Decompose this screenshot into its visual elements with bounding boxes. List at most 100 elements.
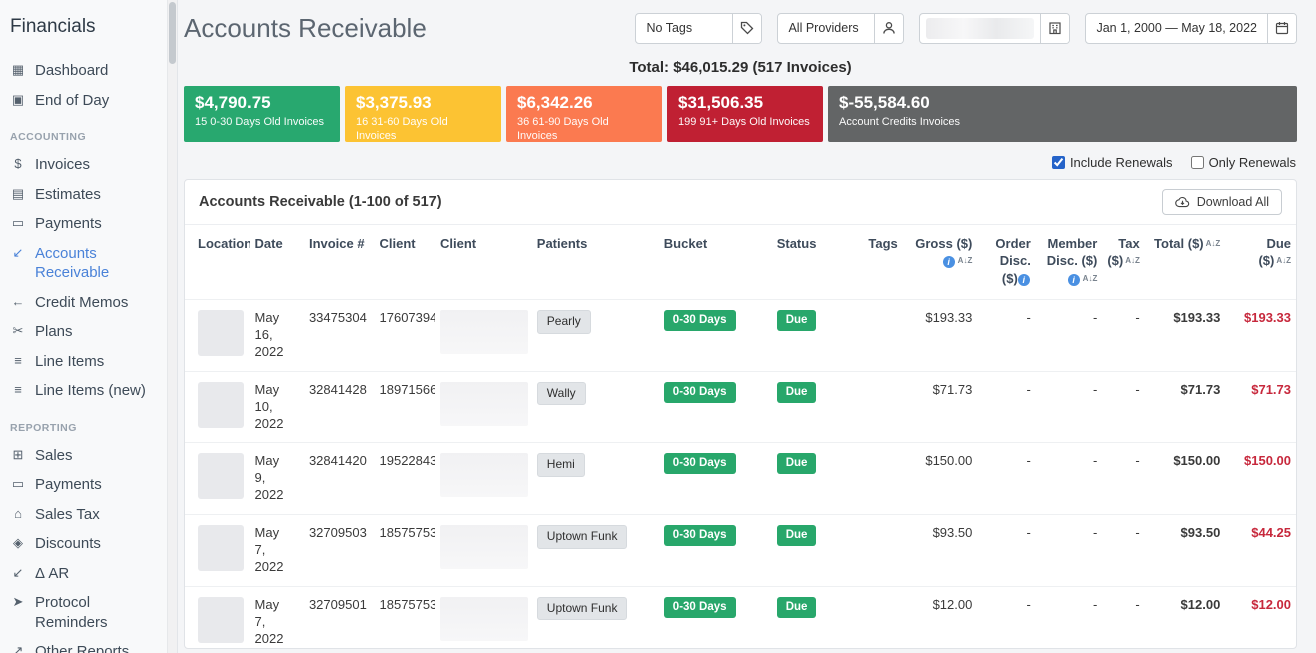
cell-tags bbox=[856, 586, 902, 648]
delta-ar-icon: ↙ bbox=[10, 564, 26, 583]
sidebar-item-protocol-reminders[interactable]: ➤Protocol Reminders bbox=[10, 588, 157, 637]
redacted-location bbox=[198, 453, 244, 499]
practice-filter-button[interactable] bbox=[1040, 14, 1069, 43]
table-row[interactable]: May 16, 20223347530417607394Pearly0-30 D… bbox=[185, 300, 1296, 372]
cell-order-disc: - bbox=[977, 300, 1035, 372]
column-header-tax[interactable]: Tax ($)A↓Z bbox=[1102, 225, 1144, 300]
payments-icon: ▭ bbox=[10, 214, 26, 233]
sort-az-icon[interactable]: A↓Z bbox=[1276, 256, 1291, 265]
sort-az-icon[interactable]: A↓Z bbox=[958, 256, 973, 265]
cloud-download-icon bbox=[1175, 196, 1190, 208]
table-row[interactable]: May 7, 20223270950118575753Uptown Funk0-… bbox=[185, 586, 1296, 648]
card-label: 16 31-60 Days Old Invoices bbox=[356, 115, 490, 142]
sidebar-item-label: Invoices bbox=[35, 155, 90, 175]
bucket-badge: 0-30 Days bbox=[664, 453, 736, 474]
include-renewals-label: Include Renewals bbox=[1070, 155, 1173, 170]
column-header-member-disc[interactable]: Member Disc. ($)iA↓Z bbox=[1036, 225, 1103, 300]
cell-invoice-number: 32841420 bbox=[304, 443, 375, 515]
sidebar-item-line-items-new[interactable]: ≡Line Items (new) bbox=[10, 376, 157, 406]
include-renewals-toggle[interactable]: Include Renewals bbox=[1052, 155, 1173, 170]
only-renewals-checkbox[interactable] bbox=[1191, 156, 1204, 169]
column-header-due[interactable]: Due ($)A↓Z bbox=[1225, 225, 1296, 300]
sidebar-item-sales-tax[interactable]: ⌂Sales Tax bbox=[10, 500, 157, 530]
practice-filter[interactable] bbox=[919, 13, 1070, 44]
summary-card-4: $31,506.35199 91+ Days Old Invoices bbox=[667, 86, 823, 142]
patient-chip[interactable]: Pearly bbox=[537, 310, 591, 334]
cell-bucket: 0-30 Days bbox=[659, 586, 772, 648]
column-header-total[interactable]: Total ($)A↓Z bbox=[1145, 225, 1226, 300]
cell-patients: Uptown Funk bbox=[532, 586, 659, 648]
status-badge: Due bbox=[777, 453, 817, 474]
cell-location bbox=[185, 371, 250, 443]
patient-chip[interactable]: Uptown Funk bbox=[537, 597, 628, 621]
sidebar-item-invoices[interactable]: $ Invoices bbox=[10, 150, 157, 180]
providers-filter-button[interactable] bbox=[874, 14, 903, 43]
column-header-location: Location bbox=[185, 225, 250, 300]
sidebar-item-other-reports[interactable]: ↗Other Reports bbox=[10, 637, 157, 653]
sidebar-scrollbar[interactable] bbox=[167, 0, 177, 653]
sort-az-icon[interactable]: A↓Z bbox=[1206, 239, 1221, 248]
cell-date: May 7, 2022 bbox=[250, 586, 304, 648]
cell-location bbox=[185, 443, 250, 515]
table-row[interactable]: May 10, 20223284142818971566Wally0-30 Da… bbox=[185, 371, 1296, 443]
table-header-row: LocationDateInvoice #ClientClientPatient… bbox=[185, 225, 1296, 300]
sidebar-item-estimates[interactable]: ▤Estimates bbox=[10, 180, 157, 210]
only-renewals-toggle[interactable]: Only Renewals bbox=[1191, 155, 1296, 170]
cell-bucket: 0-30 Days bbox=[659, 443, 772, 515]
tags-filter-button[interactable] bbox=[732, 14, 761, 43]
sidebar-item-label: Δ AR bbox=[35, 564, 69, 584]
date-range-filter[interactable]: Jan 1, 2000 — May 18, 2022 bbox=[1085, 13, 1297, 44]
scrollbar-thumb[interactable] bbox=[169, 2, 176, 64]
sidebar-item-payments[interactable]: ▭Payments bbox=[10, 470, 157, 500]
sidebar-item-sales[interactable]: ⊞Sales bbox=[10, 441, 157, 471]
card-amount: $4,790.75 bbox=[195, 93, 329, 113]
sidebar-item-accounts-receivable[interactable]: ↙Accounts Receivable bbox=[10, 239, 157, 288]
cell-gross: $193.33 bbox=[903, 300, 978, 372]
sidebar-item-dashboard[interactable]: ▦Dashboard bbox=[10, 56, 157, 86]
sidebar-item-payments[interactable]: ▭Payments bbox=[10, 209, 157, 239]
info-icon[interactable]: i bbox=[1018, 274, 1030, 286]
sidebar-item-line-items[interactable]: ≡Line Items bbox=[10, 347, 157, 377]
sidebar-item-plans[interactable]: ✂Plans bbox=[10, 317, 157, 347]
cell-client-id: 19522843 bbox=[375, 443, 435, 515]
table-row[interactable]: May 7, 20223270950318575753Uptown Funk0-… bbox=[185, 515, 1296, 587]
cell-member-disc: - bbox=[1036, 300, 1103, 372]
column-header-patients: Patients bbox=[532, 225, 659, 300]
main-content: Accounts Receivable No Tags All Provider… bbox=[178, 0, 1316, 653]
sidebar-item-credit-memos[interactable]: ←Credit Memos bbox=[10, 288, 157, 318]
sidebar-item-end-of-day[interactable]: ▣End of Day bbox=[10, 86, 157, 116]
cell-bucket: 0-30 Days bbox=[659, 300, 772, 372]
card-label: 199 91+ Days Old Invoices bbox=[678, 115, 812, 129]
sidebar-item-label: Credit Memos bbox=[35, 293, 128, 313]
sidebar-item-label: Line Items (new) bbox=[35, 381, 146, 401]
patient-chip[interactable]: Wally bbox=[537, 382, 586, 406]
cell-total: $93.50 bbox=[1145, 515, 1226, 587]
sidebar-item-discounts[interactable]: ◈Discounts bbox=[10, 529, 157, 559]
include-renewals-checkbox[interactable] bbox=[1052, 156, 1065, 169]
cell-gross: $71.73 bbox=[903, 371, 978, 443]
tags-filter[interactable]: No Tags bbox=[635, 13, 762, 44]
patient-chip[interactable]: Uptown Funk bbox=[537, 525, 628, 549]
panel-header: Accounts Receivable (1-100 of 517) Downl… bbox=[185, 180, 1296, 225]
date-range-button[interactable] bbox=[1267, 14, 1296, 43]
column-header-invoice: Invoice # bbox=[304, 225, 375, 300]
invoices-icon: $ bbox=[10, 155, 26, 174]
cell-client-name bbox=[435, 586, 532, 648]
patient-chip[interactable]: Hemi bbox=[537, 453, 585, 477]
info-icon[interactable]: i bbox=[1068, 274, 1080, 286]
providers-filter[interactable]: All Providers bbox=[777, 13, 904, 44]
column-header-gross[interactable]: Gross ($)iA↓Z bbox=[903, 225, 978, 300]
providers-filter-value: All Providers bbox=[778, 14, 874, 43]
cell-date: May 16, 2022 bbox=[250, 300, 304, 372]
table-row[interactable]: May 9, 20223284142019522843Hemi0-30 Days… bbox=[185, 443, 1296, 515]
sidebar-item-ar[interactable]: ↙ Δ AR bbox=[10, 559, 157, 589]
info-icon[interactable]: i bbox=[943, 256, 955, 268]
sort-az-icon[interactable]: A↓Z bbox=[1083, 274, 1098, 283]
summary-card-1: $4,790.7515 0-30 Days Old Invoices bbox=[184, 86, 340, 142]
sort-az-icon[interactable]: A↓Z bbox=[1125, 256, 1140, 265]
column-label: Patients bbox=[537, 236, 588, 251]
card-amount: $-55,584.60 bbox=[839, 93, 1286, 113]
page-title: Accounts Receivable bbox=[184, 12, 427, 45]
download-all-button[interactable]: Download All bbox=[1162, 189, 1282, 215]
card-label: 36 61-90 Days Old Invoices bbox=[517, 115, 651, 142]
